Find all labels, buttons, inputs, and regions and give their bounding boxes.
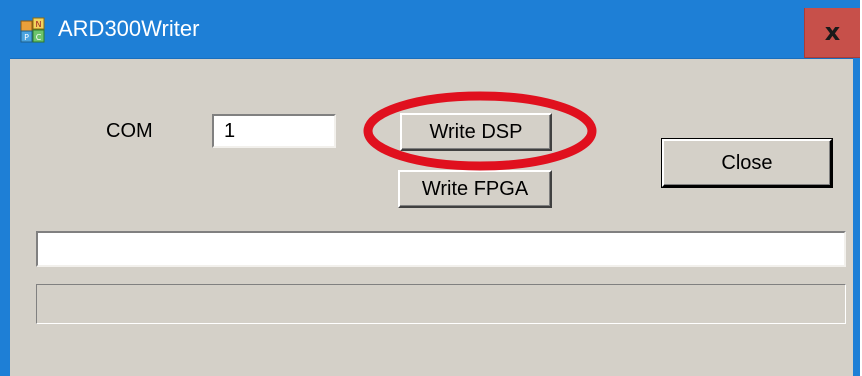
progress-bar — [36, 284, 846, 324]
write-dsp-button[interactable]: Write DSP — [400, 113, 552, 151]
close-button[interactable]: Close — [661, 138, 833, 188]
svg-text:C: C — [36, 33, 42, 42]
com-port-input[interactable] — [212, 114, 336, 148]
window-title: ARD300Writer — [58, 16, 200, 41]
close-icon: x — [824, 18, 841, 46]
app-window: N P C ARD300Writer x COM Write DSP Write… — [0, 0, 860, 376]
svg-text:P: P — [24, 33, 29, 42]
window-frame-right — [853, 58, 860, 376]
title-bar[interactable]: N P C ARD300Writer x — [0, 0, 860, 59]
status-field — [36, 231, 846, 267]
svg-text:N: N — [36, 20, 42, 29]
app-icon: N P C — [20, 17, 45, 43]
window-frame-left — [0, 58, 10, 376]
window-close-button[interactable]: x — [804, 8, 860, 58]
write-fpga-button[interactable]: Write FPGA — [398, 170, 552, 208]
com-label: COM — [106, 120, 153, 142]
dialog-body — [10, 59, 853, 376]
